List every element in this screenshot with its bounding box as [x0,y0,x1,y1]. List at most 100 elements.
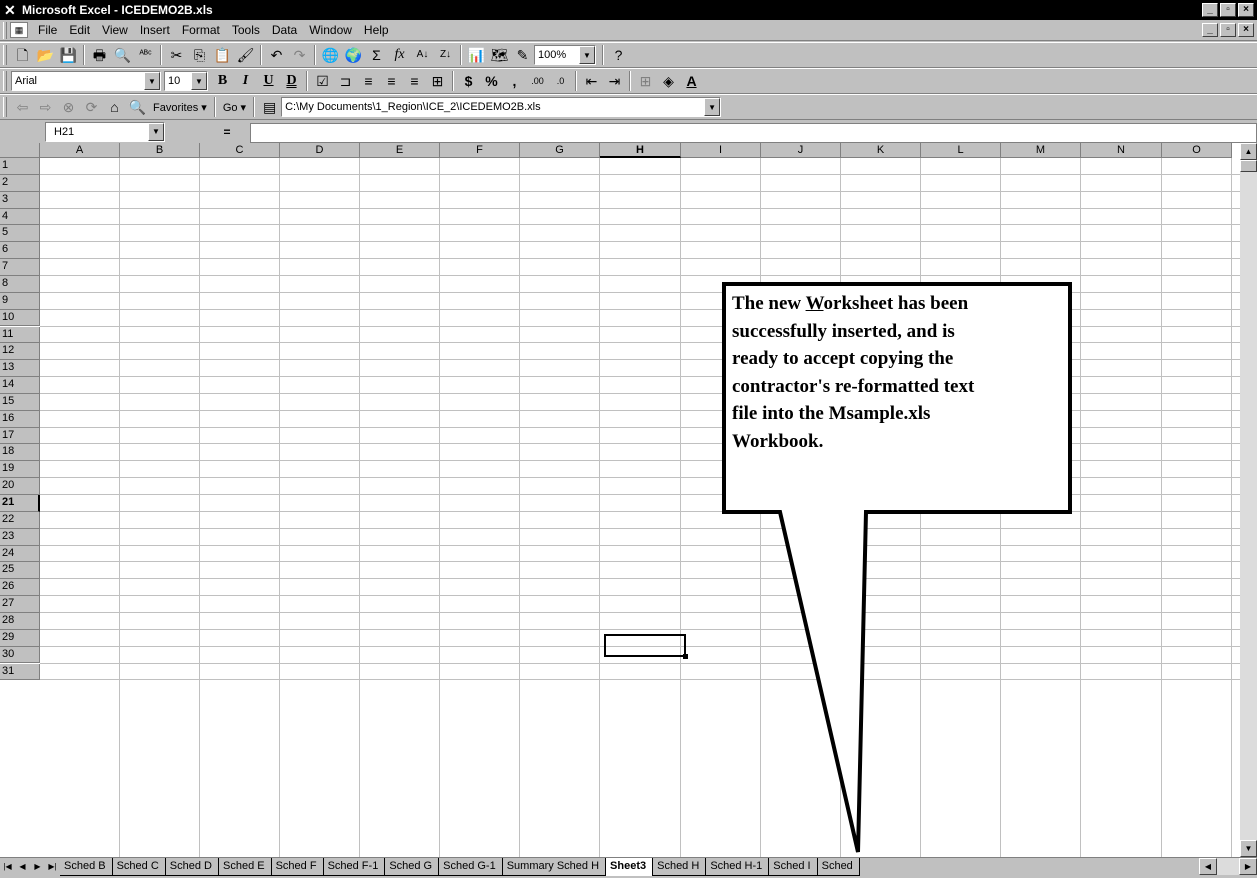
document-icon[interactable]: ▦ [10,22,28,38]
save-icon[interactable]: 💾 [57,44,80,66]
row-header-6[interactable]: 6 [0,242,40,260]
formula-input[interactable] [250,123,1257,143]
favorites-button[interactable]: Favorites ▾ [149,96,211,118]
sheet-tab[interactable]: Sched H-1 [706,858,770,876]
office-assistant-icon[interactable]: ? [607,44,630,66]
web-toolbar-icon[interactable]: 🌍 [342,44,365,66]
sheet-tab[interactable]: Sched E [219,858,272,876]
row-header-14[interactable]: 14 [0,377,40,394]
sheet-tab[interactable]: Sched G-1 [439,858,503,876]
row-header-22[interactable]: 22 [0,511,40,529]
last-sheet-icon[interactable]: ▶| [45,858,60,875]
go-button[interactable]: Go ▾ [219,96,250,118]
autosum-icon[interactable]: Σ [365,44,388,66]
column-header-o[interactable]: O [1162,143,1232,158]
row-header-23[interactable]: 23 [0,528,40,546]
font-select[interactable]: Arial ▼ [11,71,161,91]
merge-center-icon[interactable]: ⊞ [426,70,449,92]
percent-icon[interactable]: % [480,70,503,92]
row-header-10[interactable]: 10 [0,309,40,327]
row-header-21[interactable]: 21 [0,495,40,512]
menu-data[interactable]: Data [266,21,303,39]
edit-formula-button[interactable]: = [207,125,247,139]
horizontal-scroll-track[interactable] [1217,858,1239,875]
bold-icon[interactable]: B [211,70,234,92]
menu-help[interactable]: Help [358,21,395,39]
close-icon[interactable]: × [1238,3,1254,17]
column-header-g[interactable]: G [520,143,600,158]
font-color-icon[interactable]: A [680,70,703,92]
chevron-down-icon[interactable]: ▼ [148,123,164,141]
redo-icon[interactable]: ↷ [288,44,311,66]
first-sheet-icon[interactable]: |◀ [0,858,15,875]
insert-hyperlink-icon[interactable]: 🌐 [319,44,342,66]
sheet-tab[interactable]: Sched [817,858,860,876]
row-header-17[interactable]: 17 [0,427,40,445]
show-only-web-toolbar-icon[interactable]: ▤ [258,96,281,118]
chevron-down-icon[interactable]: ▼ [144,72,160,90]
align-center-icon[interactable]: ≡ [380,70,403,92]
row-header-31[interactable]: 31 [0,663,40,681]
row-header-29[interactable]: 29 [0,629,40,647]
row-header-28[interactable]: 28 [0,612,40,630]
toolbar-grip[interactable] [3,97,7,117]
chevron-down-icon[interactable]: ▼ [579,46,595,64]
sheet-tab[interactable]: Sched D [165,858,219,876]
forward-icon[interactable]: ⇨ [34,96,57,118]
row-header-9[interactable]: 9 [0,292,40,310]
row-header-16[interactable]: 16 [0,410,40,428]
increase-indent-icon[interactable]: ⇥ [603,70,626,92]
double-underline-icon[interactable]: D [280,70,303,92]
new-icon[interactable]: 🗋 [11,44,34,66]
column-header-f[interactable]: F [440,143,520,158]
row-header-7[interactable]: 7 [0,259,40,276]
minimize-icon[interactable]: _ [1202,3,1218,17]
borders-icon[interactable]: ⊞ [634,70,657,92]
sheet-tab[interactable]: Sched B [60,858,113,876]
menubar-grip[interactable] [3,21,7,39]
home-icon[interactable]: ⌂ [103,96,126,118]
font-size-select[interactable]: 10 ▼ [164,71,208,91]
stop-icon[interactable]: ⊗ [57,96,80,118]
row-header-27[interactable]: 27 [0,596,40,613]
sheet-tab[interactable]: Sched H [653,858,707,876]
align-right-icon[interactable]: ≡ [403,70,426,92]
open-icon[interactable]: 📂 [34,44,57,66]
column-header-i[interactable]: I [681,143,761,158]
print-icon[interactable]: 🖶 [88,44,111,66]
row-header-3[interactable]: 3 [0,191,40,209]
spelling-icon[interactable]: ᴬᴮᶜ [134,44,157,66]
column-header-m[interactable]: M [1001,143,1081,158]
paste-icon[interactable]: 📋 [211,44,234,66]
paste-function-icon[interactable]: fx [388,44,411,66]
menu-view[interactable]: View [96,21,134,39]
menu-window[interactable]: Window [303,21,358,39]
menu-edit[interactable]: Edit [63,21,96,39]
workbook-close-icon[interactable]: × [1238,23,1254,37]
row-header-12[interactable]: 12 [0,343,40,361]
drawing-icon[interactable]: ✎ [511,44,534,66]
scroll-up-icon[interactable]: ▲ [1240,143,1257,160]
sheet-tab[interactable]: Sched G [385,858,440,876]
row-header-1[interactable]: 1 [0,158,40,175]
column-header-h[interactable]: H [600,143,681,158]
row-header-24[interactable]: 24 [0,545,40,563]
checkbox-icon[interactable]: ☑ [311,70,334,92]
scroll-left-icon[interactable]: ◀ [1199,858,1217,875]
select-all-button[interactable] [0,143,40,158]
sheet-tab[interactable]: Sched F [271,858,324,876]
zoom-select[interactable]: 100% ▼ [534,45,596,65]
toolbar-grip[interactable] [3,71,7,91]
column-header-l[interactable]: L [921,143,1001,158]
column-header-n[interactable]: N [1081,143,1162,158]
comma-icon[interactable]: , [503,70,526,92]
fill-color-icon[interactable]: ◈ [657,70,680,92]
excel-app-icon[interactable]: ✕ [4,3,18,17]
column-header-a[interactable]: A [40,143,120,158]
column-header-k[interactable]: K [841,143,921,158]
row-header-26[interactable]: 26 [0,579,40,597]
chart-wizard-icon[interactable]: 📊 [465,44,488,66]
row-header-20[interactable]: 20 [0,478,40,495]
worksheet-grid[interactable]: A B C D E F G H I J K L M N O 1 2 3 4 5 6 7 8 9 10 11 12 13 14 15 16 17… [0,143,1240,857]
decrease-decimal-icon[interactable]: .0 [549,70,572,92]
